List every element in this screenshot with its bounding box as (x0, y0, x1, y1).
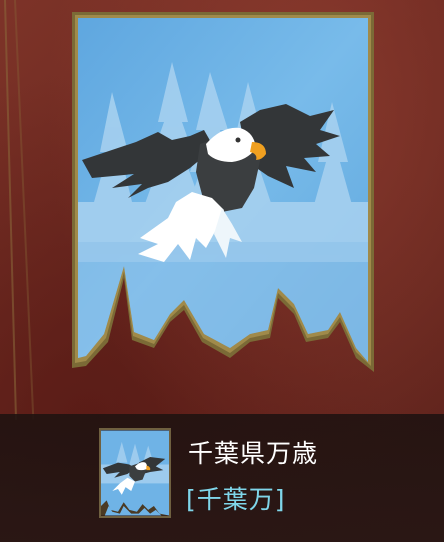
banner-tag: [千葉万] (186, 485, 286, 514)
banner-preview (72, 12, 374, 372)
banner-thumbnail[interactable] (99, 428, 171, 518)
banner-name: 千葉県万歳 (188, 439, 319, 468)
bald-eagle-icon (101, 430, 169, 516)
banner-flag (72, 12, 374, 372)
